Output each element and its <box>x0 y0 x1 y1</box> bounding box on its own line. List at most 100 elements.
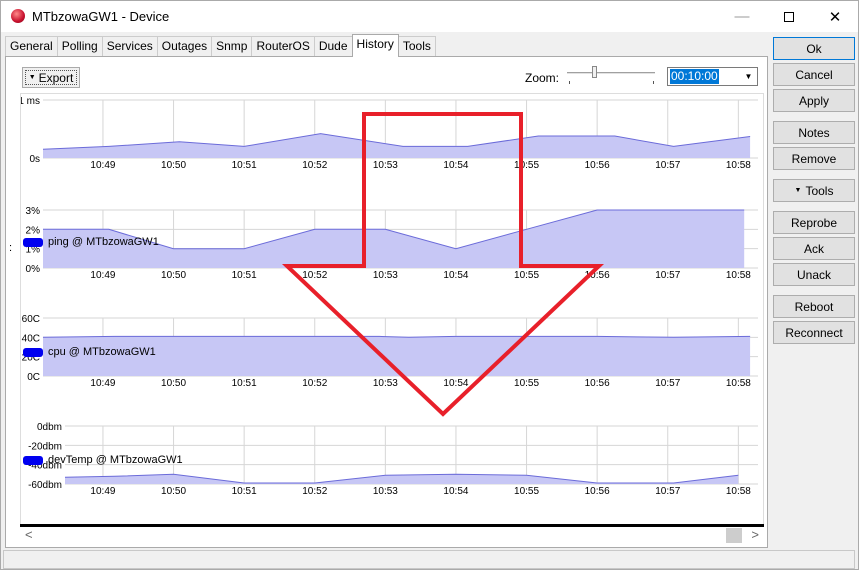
x-tick-label: 10:52 <box>302 378 327 389</box>
x-tick-label: 10:53 <box>373 160 398 171</box>
zoom-slider-track[interactable] <box>567 72 655 75</box>
tab-dude[interactable]: Dude <box>313 36 353 57</box>
horizontal-scrollbar[interactable]: < > <box>20 527 764 544</box>
legend[interactable]: devTemp @ MTbzowaGW1 <box>23 454 183 466</box>
scroll-left-icon[interactable]: < <box>25 527 33 542</box>
app-icon <box>11 9 25 23</box>
splitter-handle[interactable]: : <box>9 242 12 254</box>
y-tick-label: 3% <box>26 206 41 217</box>
legend[interactable]: ping @ MTbzowaGW1 <box>23 236 159 248</box>
notes-button[interactable]: Notes <box>773 121 855 144</box>
window-title: MTbzowaGW1 - Device <box>32 9 170 24</box>
button-label: Apply <box>798 93 830 108</box>
button-label: Unack <box>796 267 831 282</box>
legend-label: cpu @ MTbzowaGW1 <box>48 346 156 358</box>
history-graphs[interactable]: 1 ms 0s 10:49 10:50 10:51 10:52 10:53 10:54 10:5… <box>20 93 764 569</box>
unack-button[interactable]: Unack <box>773 263 855 286</box>
apply-button[interactable]: Apply <box>773 89 855 112</box>
y-tick-label: 0dbm <box>37 422 62 433</box>
remove-button[interactable]: Remove <box>773 147 855 170</box>
x-tick-label: 10:54 <box>443 486 468 497</box>
button-label: Reboot <box>794 299 834 314</box>
button-label: Remove <box>791 151 837 166</box>
y-tick-label: 40C <box>22 333 40 344</box>
x-tick-label: 10:52 <box>302 486 327 497</box>
tab-services[interactable]: Services <box>101 36 158 57</box>
x-tick-label: 10:55 <box>514 486 539 497</box>
button-label: Ack <box>803 241 824 256</box>
x-tick-label: 10:57 <box>655 378 680 389</box>
x-tick-label: 10:57 <box>655 486 680 497</box>
close-button[interactable]: ✕ <box>812 1 858 32</box>
scrollbar-thumb[interactable] <box>726 528 742 543</box>
zoom-tick <box>569 81 570 84</box>
x-tick-label: 10:51 <box>232 160 257 171</box>
minimize-button[interactable]: — <box>719 1 765 32</box>
ack-button[interactable]: Ack <box>773 237 855 260</box>
button-label: Ok <box>806 41 822 56</box>
x-tick-label: 10:58 <box>726 270 751 281</box>
legend-swatch <box>23 455 43 465</box>
y-tick-label: -60dbm <box>28 480 62 491</box>
x-tick-label: 10:55 <box>514 378 539 389</box>
y-tick-label: 0s <box>29 154 40 165</box>
legend-swatch <box>23 237 43 247</box>
x-tick-label: 10:58 <box>726 160 751 171</box>
x-tick-label: 10:56 <box>585 486 610 497</box>
x-tick-label: 10:57 <box>655 270 680 281</box>
x-tick-label: 10:51 <box>232 270 257 281</box>
x-tick-label: 10:55 <box>514 160 539 171</box>
zoom-tick <box>653 81 654 84</box>
tab-tools[interactable]: Tools <box>397 36 436 57</box>
zoom-select[interactable]: 00:10:00 ▼ <box>667 67 758 86</box>
tab-history[interactable]: History <box>351 34 399 57</box>
tab-outages[interactable]: Outages <box>156 36 213 57</box>
legend-swatch <box>23 347 43 357</box>
title-bar[interactable]: MTbzowaGW1 - Device — ✕ <box>1 1 858 32</box>
x-tick-label: 10:50 <box>161 486 186 497</box>
x-tick-label: 10:50 <box>161 270 186 281</box>
tab-snmp[interactable]: Snmp <box>211 36 253 57</box>
reconnect-button[interactable]: Reconnect <box>773 321 855 344</box>
zoom-label: Zoom: <box>525 71 560 85</box>
zoom-value: 00:10:00 <box>670 69 719 84</box>
tab-general[interactable]: General <box>5 36 58 57</box>
x-tick-label: 10:50 <box>161 378 186 389</box>
ok-button[interactable]: Ok <box>773 37 855 60</box>
button-label: Reprobe <box>790 215 838 230</box>
x-tick-label: 10:53 <box>373 270 398 281</box>
zoom-slider-thumb[interactable] <box>592 66 598 78</box>
chart-0: 1 ms 0s 10:49 10:50 10:51 10:52 10:53 10:54 10:5… <box>21 96 758 171</box>
device-window: MTbzowaGW1 - Device — ✕ General Polling Se… <box>0 0 859 570</box>
tools-button[interactable]: ▼ Tools <box>773 179 855 202</box>
dropdown-arrow-icon: ▼ <box>794 187 802 194</box>
x-tick-label: 10:56 <box>585 160 610 171</box>
button-label: Tools <box>805 183 834 198</box>
reboot-button[interactable]: Reboot <box>773 295 855 318</box>
maximize-icon <box>784 11 794 22</box>
x-tick-label: 10:53 <box>373 378 398 389</box>
tab-routeros[interactable]: RouterOS <box>251 36 315 57</box>
x-tick-label: 10:51 <box>232 378 257 389</box>
chevron-down-icon[interactable]: ▼ <box>740 68 757 85</box>
x-tick-label: 10:49 <box>90 270 115 281</box>
y-tick-label: 2% <box>26 225 41 236</box>
legend[interactable]: cpu @ MTbzowaGW1 <box>23 346 156 358</box>
x-tick-label: 10:57 <box>655 160 680 171</box>
tab-strip: General Polling Services Outages Snmp RouterO… <box>5 34 436 57</box>
maximize-button[interactable] <box>766 1 812 32</box>
y-tick-label: 1 ms <box>21 96 40 107</box>
x-tick-label: 10:51 <box>232 486 257 497</box>
scroll-right-icon[interactable]: > <box>751 527 759 542</box>
reprobe-button[interactable]: Reprobe <box>773 211 855 234</box>
y-tick-label: 0C <box>27 372 40 383</box>
x-tick-label: 10:49 <box>90 486 115 497</box>
export-button[interactable]: ▼ Export <box>22 67 80 88</box>
tab-polling[interactable]: Polling <box>56 36 103 57</box>
focus-rectangle <box>25 70 77 85</box>
x-tick-label: 10:54 <box>443 378 468 389</box>
x-tick-label: 10:55 <box>514 270 539 281</box>
x-tick-label: 10:49 <box>90 378 115 389</box>
cancel-button[interactable]: Cancel <box>773 63 855 86</box>
x-tick-label: 10:56 <box>585 270 610 281</box>
